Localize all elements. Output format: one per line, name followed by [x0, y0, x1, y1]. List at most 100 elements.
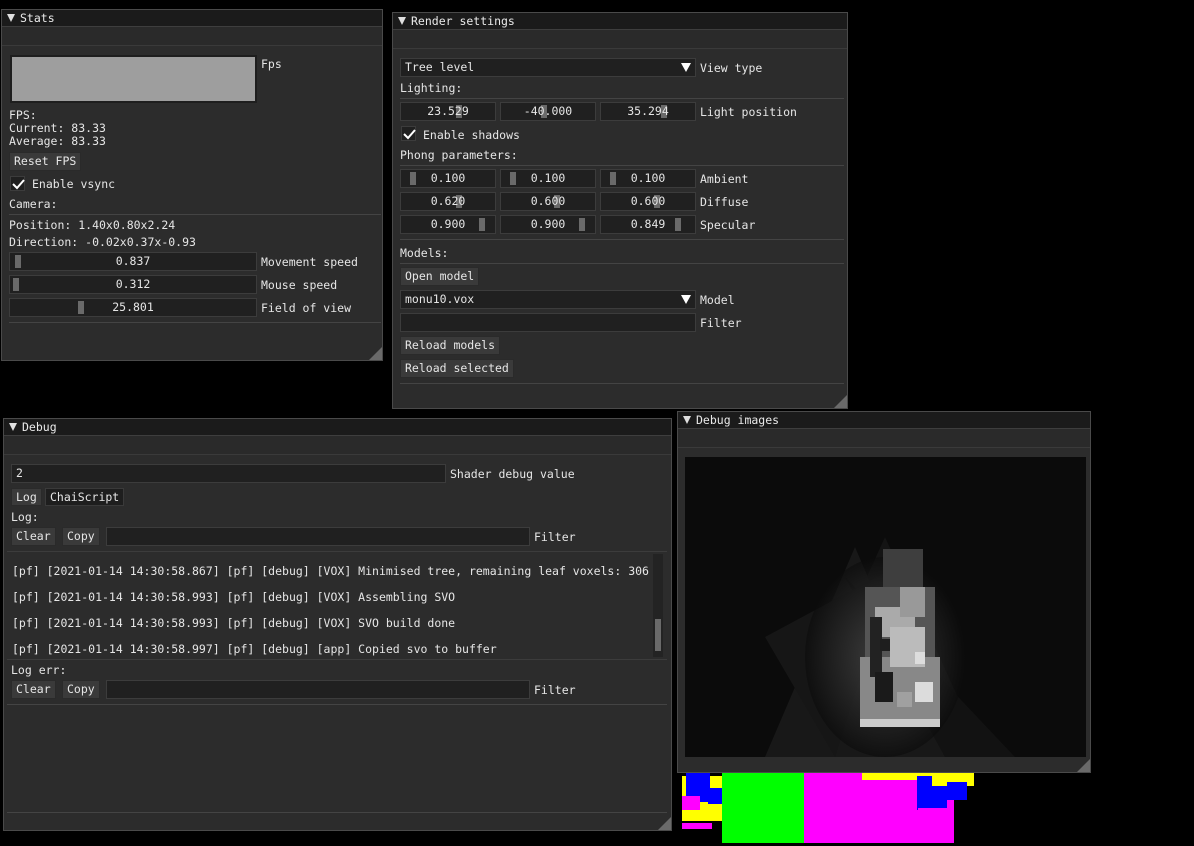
tab-chaiscript[interactable]: ChaiScript — [45, 488, 125, 506]
phong-separator — [400, 165, 844, 166]
stats-menu-strip — [2, 27, 382, 46]
render-title: Render settings — [411, 14, 515, 28]
resize-grip-icon[interactable] — [834, 395, 847, 408]
chevron-down-icon[interactable] — [681, 63, 691, 72]
collapse-arrow-icon[interactable] — [398, 17, 406, 25]
depth-debug-image — [765, 537, 1015, 757]
tab-log[interactable]: Log — [11, 488, 42, 506]
err-clear-button[interactable]: Clear — [11, 680, 56, 699]
model-combo[interactable]: monu10.vox — [400, 290, 696, 309]
field-of-view-label: Field of view — [261, 301, 352, 315]
debug-images-window[interactable]: Debug images — [677, 411, 1091, 773]
movement-speed-label: Movement speed — [261, 255, 358, 269]
view-type-label: View type — [700, 61, 763, 75]
diffuse-r[interactable]: 0.620 — [400, 192, 496, 211]
models-header: Models: — [400, 246, 449, 260]
mouse-speed-slider[interactable]: 0.312 — [9, 275, 257, 294]
debug-images-titlebar[interactable]: Debug images — [678, 412, 1090, 429]
err-copy-button[interactable]: Copy — [62, 680, 100, 699]
slider-grab[interactable] — [510, 172, 516, 185]
specular-r[interactable]: 0.900 — [400, 215, 496, 234]
stats-title: Stats — [20, 11, 55, 25]
log-copy-button[interactable]: Copy — [62, 527, 100, 546]
checkmark-icon — [403, 129, 416, 140]
log-clear-button[interactable]: Clear — [11, 527, 56, 546]
chevron-down-icon[interactable] — [681, 295, 691, 304]
light-position-label: Light position — [700, 105, 797, 119]
render-titlebar[interactable]: Render settings — [393, 13, 847, 30]
render-bottom-separator — [400, 383, 844, 384]
stats-bottom-separator — [9, 322, 381, 323]
camera-separator — [9, 214, 381, 215]
specular-g[interactable]: 0.900 — [500, 215, 596, 234]
diffuse-g[interactable]: 0.600 — [500, 192, 596, 211]
debug-titlebar[interactable]: Debug — [4, 419, 671, 436]
resize-grip-icon[interactable] — [369, 347, 382, 360]
diffuse-label: Diffuse — [700, 195, 749, 209]
light-position-x[interactable]: 23.529 — [400, 102, 496, 121]
log-scrollbar[interactable] — [653, 554, 663, 657]
log-filter-input[interactable] — [106, 527, 530, 546]
voxel-render-background — [682, 768, 982, 843]
slider-grab[interactable] — [579, 218, 585, 231]
field-of-view-slider[interactable]: 25.801 — [9, 298, 257, 317]
err-separator — [7, 704, 667, 705]
model-label: Model — [700, 293, 735, 307]
debug-image-view — [685, 457, 1086, 757]
resize-grip-icon[interactable] — [658, 817, 671, 830]
log-output[interactable]: [pf] [2021-01-14 14:30:58.867] [pf] [deb… — [7, 551, 667, 660]
movement-speed-slider[interactable]: 0.837 — [9, 252, 257, 271]
shader-debug-input[interactable]: 2 — [11, 464, 446, 483]
ambient-b[interactable]: 0.100 — [600, 169, 696, 188]
camera-direction: Direction: -0.02x0.37x-0.93 — [9, 235, 196, 249]
slider-grab[interactable] — [675, 218, 681, 231]
reset-fps-button[interactable]: Reset FPS — [9, 152, 82, 171]
open-model-button[interactable]: Open model — [400, 267, 480, 286]
phong-header: Phong parameters: — [400, 148, 518, 162]
reload-selected-button[interactable]: Reload selected — [400, 359, 514, 378]
specular-b[interactable]: 0.849 — [600, 215, 696, 234]
vsync-checkbox[interactable] — [10, 176, 25, 191]
vsync-label: Enable vsync — [32, 177, 116, 191]
light-position-z[interactable]: 35.294 — [600, 102, 696, 121]
ambient-g[interactable]: 0.100 — [500, 169, 596, 188]
resize-grip-icon[interactable] — [1077, 759, 1090, 772]
checkmark-icon — [12, 179, 25, 190]
specular-label: Specular — [700, 218, 756, 232]
log-line: [pf] [2021-01-14 14:30:58.867] [pf] [deb… — [12, 564, 649, 578]
slider-grab[interactable] — [479, 218, 485, 231]
voxel-render-image — [682, 768, 974, 843]
diffuse-b[interactable]: 0.600 — [600, 192, 696, 211]
render-settings-window[interactable]: Render settings Tree level View type Lig… — [392, 12, 848, 409]
slider-grab[interactable] — [15, 255, 21, 268]
log-scroll-thumb[interactable] — [655, 619, 661, 651]
debug-window[interactable]: Debug 2 Shader debug value Log ChaiScrip… — [3, 418, 672, 831]
collapse-arrow-icon[interactable] — [9, 423, 17, 431]
log-line: [pf] [2021-01-14 14:30:58.993] [pf] [deb… — [12, 616, 456, 630]
ambient-label: Ambient — [700, 172, 749, 186]
model-filter-input[interactable] — [400, 313, 696, 332]
stats-window[interactable]: Stats Fps FPS: Current: 83.33 Average: 8… — [1, 9, 383, 361]
log-header: Log: — [11, 510, 39, 524]
debug-images-title: Debug images — [696, 413, 780, 427]
debug-menu-strip — [4, 436, 671, 455]
fps-header: FPS: — [9, 108, 37, 122]
err-filter-label: Filter — [534, 683, 576, 697]
err-filter-input[interactable] — [106, 680, 530, 699]
light-position-y[interactable]: -40.000 — [500, 102, 596, 121]
ambient-r[interactable]: 0.100 — [400, 169, 496, 188]
shadows-checkbox[interactable] — [401, 126, 416, 141]
collapse-arrow-icon[interactable] — [7, 14, 15, 22]
slider-grab[interactable] — [610, 172, 616, 185]
lighting-separator — [400, 98, 844, 99]
view-type-combo[interactable]: Tree level — [400, 58, 696, 77]
model-filter-label: Filter — [700, 316, 742, 330]
stats-titlebar[interactable]: Stats — [2, 10, 382, 27]
mouse-speed-label: Mouse speed — [261, 278, 338, 292]
slider-grab[interactable] — [410, 172, 416, 185]
fps-plot — [10, 55, 257, 103]
reload-models-button[interactable]: Reload models — [400, 336, 501, 355]
slider-grab[interactable] — [13, 278, 19, 291]
collapse-arrow-icon[interactable] — [683, 416, 691, 424]
slider-grab[interactable] — [78, 301, 84, 314]
